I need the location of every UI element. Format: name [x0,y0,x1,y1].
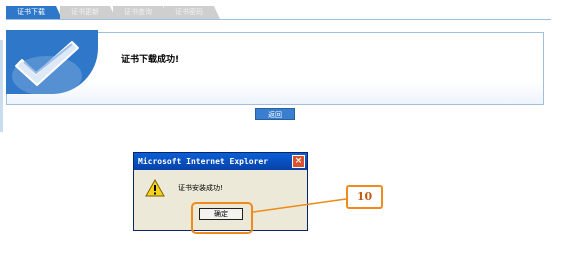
step-number-badge: 10 [346,185,383,209]
callout-line [252,198,347,213]
